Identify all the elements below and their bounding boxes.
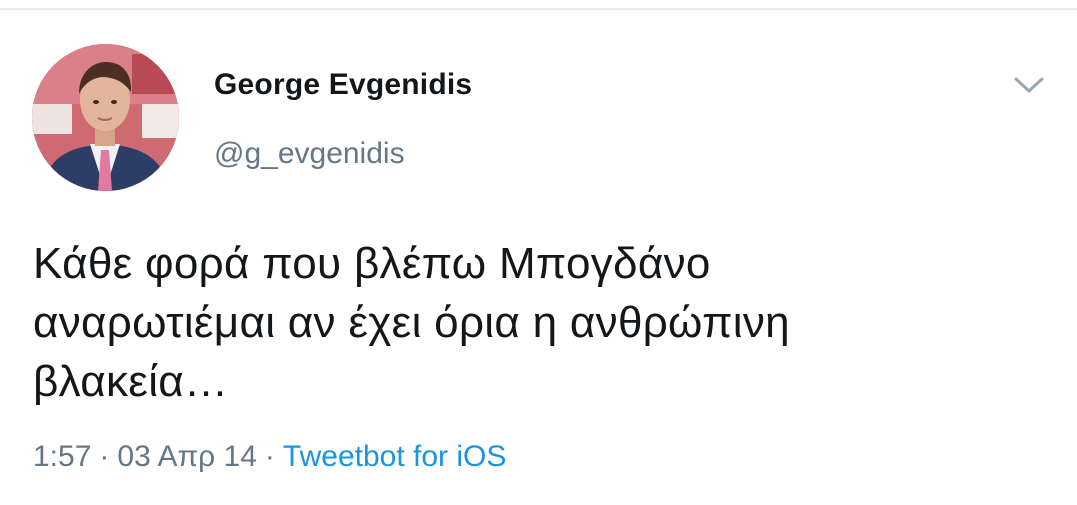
author-display-name[interactable]: George Evgenidis	[214, 68, 472, 102]
tweet-source-link[interactable]: Tweetbot for iOS	[283, 440, 506, 473]
avatar-photo	[32, 44, 179, 191]
tweet-date[interactable]: 03 Απρ 14	[117, 440, 257, 473]
tweet-text: Κάθε φορά που βλέπω Μπογδάνο αναρωτιέμαι…	[33, 239, 790, 406]
avatar[interactable]	[32, 44, 179, 191]
separator: ·	[264, 440, 275, 473]
tweet-time[interactable]: 1:57	[33, 440, 91, 473]
chevron-down-icon[interactable]	[1010, 70, 1048, 100]
separator: ·	[99, 440, 110, 473]
tweet-meta: 1:57 · 03 Απρ 14 · Tweetbot for iOS	[33, 440, 506, 474]
top-divider	[0, 8, 1077, 10]
author-handle[interactable]: @g_evgenidis	[214, 137, 405, 171]
